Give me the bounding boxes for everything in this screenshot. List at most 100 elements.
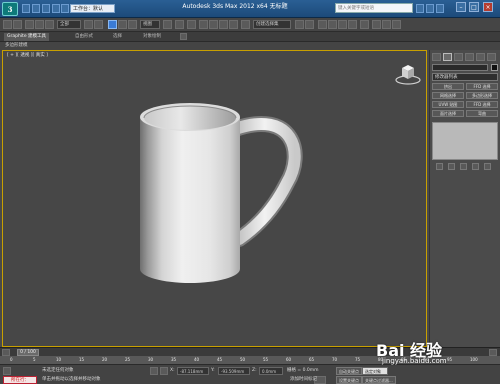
render-icon[interactable] (392, 20, 401, 29)
schematic-view-icon[interactable] (348, 20, 357, 29)
undo-icon[interactable] (3, 20, 12, 29)
keyboard-shortcut-icon[interactable] (187, 20, 196, 29)
select-by-name-icon[interactable] (94, 20, 103, 29)
add-time-tag[interactable]: 添加时间标记 (290, 376, 317, 384)
remove-modifier-icon[interactable] (472, 163, 479, 170)
select-and-scale-icon[interactable] (128, 20, 137, 29)
ffd-select-button-2[interactable]: FFD 选择 (466, 101, 498, 108)
undo-icon[interactable] (52, 4, 60, 13)
modifier-stack-list[interactable] (432, 122, 498, 160)
mesh-select-button[interactable]: 网格选择 (432, 92, 464, 99)
material-editor-icon[interactable] (360, 20, 369, 29)
timeline-tick-label: 55 (263, 357, 269, 362)
selection-filter-dropdown[interactable]: 全部 (57, 20, 81, 29)
mug-model[interactable] (3, 51, 426, 346)
ffd-select-button[interactable]: FFD 选择 (466, 83, 498, 90)
percent-snap-icon[interactable] (219, 20, 228, 29)
tab-selection[interactable]: 选择 (110, 33, 125, 41)
absolute-mode-icon[interactable] (160, 367, 168, 375)
tab-freeform[interactable]: 自由形式 (72, 33, 96, 41)
ribbon-minimize-icon[interactable] (180, 33, 187, 40)
pin-stack-icon[interactable] (436, 163, 443, 170)
named-selection-dropdown[interactable]: 创建选择集 (253, 20, 291, 29)
search-input[interactable]: 键入关键字或短语 (335, 3, 413, 13)
prev-frame-icon[interactable] (2, 349, 10, 356)
layer-manager-icon[interactable] (318, 20, 327, 29)
set-key-button[interactable]: 设置关键点 (336, 376, 362, 384)
tab-graphite-modeling[interactable]: Graphite 建模工具 (4, 33, 50, 41)
auto-key-button[interactable]: 自动关键点 (336, 367, 362, 375)
title-bar: 3 工作台：默认 Autodesk 3ds Max 2012 x64 无标题 键… (0, 0, 500, 18)
workspace-dropdown[interactable]: 工作台：默认 (70, 4, 115, 13)
object-name-field[interactable] (432, 64, 488, 71)
edit-named-selection-icon[interactable] (241, 20, 250, 29)
show-end-result-icon[interactable] (448, 163, 455, 170)
watermark: Bai 经验 jingyan.baidu.com (376, 337, 498, 383)
motion-icon[interactable] (465, 53, 474, 61)
poly-select-button[interactable]: 多边形选择 (466, 92, 498, 99)
maxscript-listener-icon[interactable] (3, 367, 11, 375)
ribbon-panel-bar: 多边形建模 (0, 42, 500, 50)
link-icon[interactable] (25, 20, 34, 29)
select-and-rotate-icon[interactable] (118, 20, 127, 29)
timeline-tick-label: 20 (102, 357, 108, 362)
timeline-tick-label: 50 (240, 357, 246, 362)
maxscript-mini-listener[interactable]: 所在行： (3, 376, 37, 384)
command-panel: 修改器列表 挤出 FFD 选择 网格选择 多边形选择 UVW 贴图 FFD 选择… (429, 50, 500, 347)
timeline-tick-label: 15 (79, 357, 85, 362)
snap-toggle-icon[interactable] (199, 20, 208, 29)
pivot-center-icon[interactable] (163, 20, 172, 29)
z-label: Z: (252, 368, 257, 373)
select-object-icon[interactable] (84, 20, 93, 29)
lock-selection-icon[interactable] (150, 367, 158, 375)
mirror-icon[interactable] (295, 20, 304, 29)
new-file-icon[interactable] (22, 4, 30, 13)
configure-sets-icon[interactable] (484, 163, 491, 170)
utilities-icon[interactable] (487, 53, 496, 61)
graphite-toggle-icon[interactable] (328, 20, 337, 29)
spinner-snap-icon[interactable] (229, 20, 238, 29)
timeline-tick-label: 25 (125, 357, 131, 362)
perspective-viewport[interactable]: [ + ][ 透视 ][ 真实 ] (2, 50, 427, 347)
reference-coordinate-dropdown[interactable]: 视图 (140, 20, 160, 29)
make-unique-icon[interactable] (460, 163, 467, 170)
select-and-manipulate-icon[interactable] (175, 20, 184, 29)
close-button[interactable]: × (483, 2, 493, 12)
uvw-map-button[interactable]: UVW 贴图 (432, 101, 464, 108)
display-icon[interactable] (476, 53, 485, 61)
minimize-button[interactable]: – (456, 2, 466, 12)
save-file-icon[interactable] (42, 4, 50, 13)
y-coordinate-field[interactable]: -93.509mm (218, 367, 250, 375)
bind-spacewarp-icon[interactable] (45, 20, 54, 29)
viewcube-icon[interactable] (394, 62, 422, 86)
unlink-icon[interactable] (35, 20, 44, 29)
redo-icon[interactable] (61, 4, 69, 13)
polygon-modeling-label[interactable]: 多边形建模 (5, 42, 28, 50)
help-icon[interactable] (436, 4, 444, 13)
subscription-icon[interactable] (426, 4, 434, 13)
time-slider-thumb[interactable]: 0 / 100 (17, 349, 39, 356)
select-and-move-icon[interactable] (108, 20, 117, 29)
maximize-button[interactable]: □ (469, 2, 479, 12)
object-color-swatch[interactable] (491, 64, 498, 71)
x-coordinate-field[interactable]: -87.118mm (177, 367, 209, 375)
create-icon[interactable] (432, 53, 441, 61)
search-icon[interactable] (416, 4, 424, 13)
bend-button[interactable]: 弯曲 (466, 110, 498, 117)
redo-icon[interactable] (13, 20, 22, 29)
open-file-icon[interactable] (32, 4, 40, 13)
hierarchy-icon[interactable] (454, 53, 463, 61)
rendered-frame-icon[interactable] (382, 20, 391, 29)
patch-select-button[interactable]: 面片选择 (432, 110, 464, 117)
z-coordinate-field[interactable]: 0.0mm (259, 367, 283, 375)
tab-object-paint[interactable]: 对象绘制 (140, 33, 164, 41)
app-logo-icon[interactable]: 3 (2, 2, 18, 16)
modify-icon[interactable] (443, 53, 452, 61)
render-setup-icon[interactable] (372, 20, 381, 29)
extrude-button[interactable]: 挤出 (432, 83, 464, 90)
modifier-list-dropdown[interactable]: 修改器列表 (432, 73, 498, 81)
timeline-tick-label: 10 (56, 357, 62, 362)
curve-editor-icon[interactable] (338, 20, 347, 29)
align-icon[interactable] (305, 20, 314, 29)
angle-snap-icon[interactable] (209, 20, 218, 29)
